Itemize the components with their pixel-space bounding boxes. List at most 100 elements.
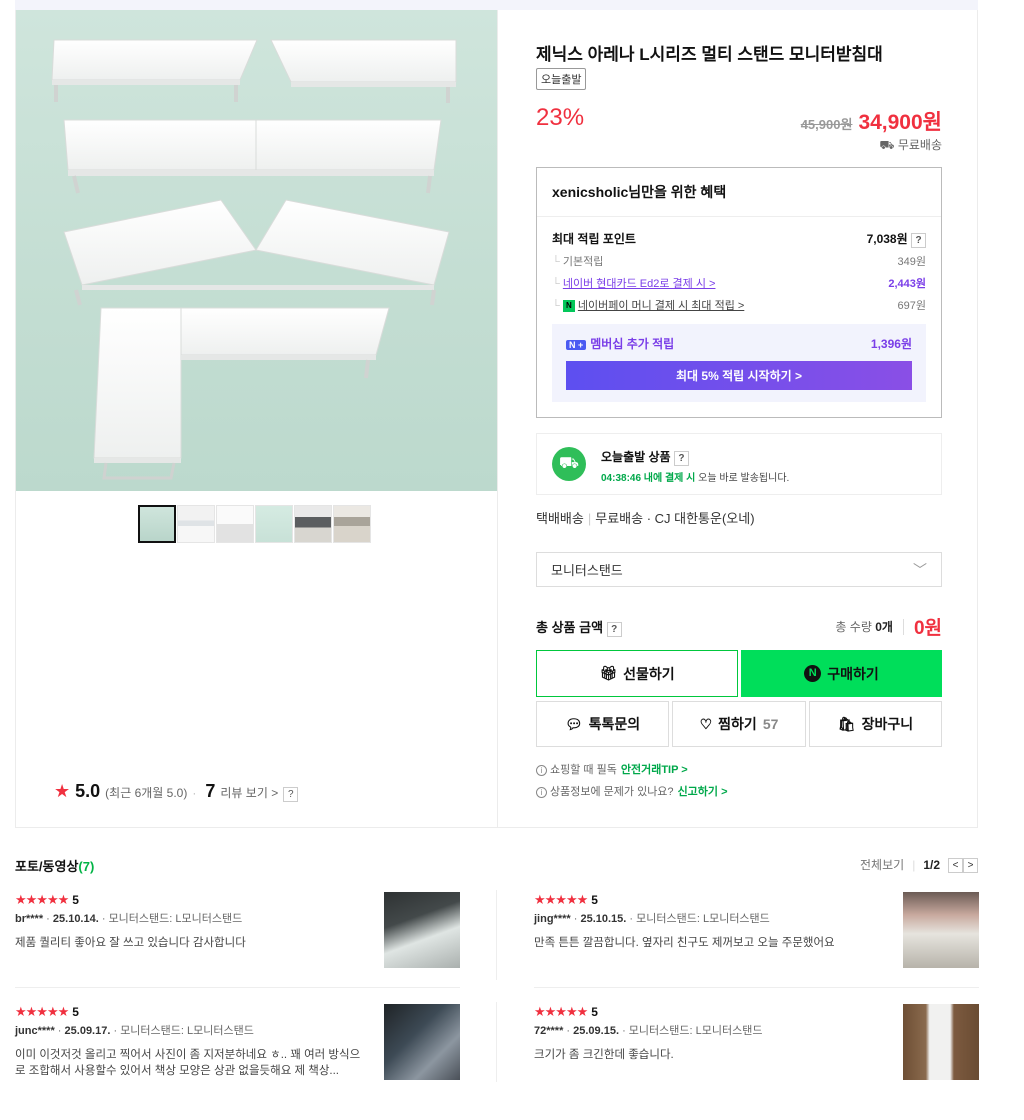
product-card: ★ 5.0 (최근 6개월 5.0) · 7 리뷰 보기 > ? 제닉스 아레나…	[15, 10, 978, 828]
today-ship-help-icon[interactable]: ?	[673, 451, 689, 466]
review-body: 크기가 좀 크긴한데 좋습니다.	[534, 1049, 674, 1061]
price-area: 45,900원 34,900원	[801, 106, 942, 136]
total-divider	[902, 618, 904, 635]
star-rating-icon: ★★★★★	[15, 892, 69, 907]
star-rating-icon: ★★★★★	[15, 1004, 69, 1019]
review-link[interactable]: 리뷰 보기 >	[220, 784, 278, 801]
review-photo[interactable]	[384, 1004, 460, 1080]
today-ship-timer: 04:38:46 내에 결제 시	[601, 473, 696, 484]
review-photo[interactable]	[903, 892, 979, 968]
today-ship-sub: 오늘 바로 발송됩니다.	[698, 473, 790, 484]
today-ship-sub-wrap: 04:38:46 내에 결제 시 오늘 바로 발송됩니다.	[601, 469, 789, 484]
points-help-icon[interactable]: ?	[911, 233, 926, 248]
points-row-npay-label-wrap: └ N 네이버페이 머니 결제 시 최대 적립 >	[552, 297, 744, 313]
review-option: 모니터스탠드: L모니터스탠드	[636, 913, 770, 925]
gift-button[interactable]: 🎁︎ 선물하기	[536, 650, 738, 697]
review-user: junc****	[15, 1025, 55, 1037]
review-date: 25.09.15.	[573, 1025, 620, 1037]
product-main-image[interactable]	[16, 10, 497, 491]
review-photo[interactable]	[384, 892, 460, 968]
review-column-divider	[496, 890, 497, 980]
review-item[interactable]: ★★★★★ 5 jing**** · 25.10.15. · 모니터스탠드: L모…	[534, 892, 979, 968]
points-row-basic: └ 기본적립 349원	[552, 253, 926, 269]
review-body: 만족 튼튼 깔끔합니다. 옆자리 친구도 제꺼보고 오늘 주문했어요	[534, 937, 835, 949]
delivery-info: 택배배송 | 무료배송 · CJ 대한통운(오네)	[536, 511, 755, 526]
card-benefit-link[interactable]: 네이버 현대카드 Ed2로 결제 시 >	[563, 278, 716, 290]
review-score: 5	[72, 1005, 79, 1019]
points-row-basic-value: 349원	[897, 256, 926, 268]
total-qty: 0개	[875, 620, 893, 634]
option-selected: 모니터스탠드	[551, 563, 623, 578]
branch-icon: └	[552, 256, 563, 268]
zzim-count: 57	[762, 716, 779, 732]
cart-button[interactable]: 🛍︎ 장바구니	[809, 701, 942, 747]
benefit-box: xenicsholic님만을 위한 혜택 최대 적립 포인트 7,038원 ? …	[536, 167, 942, 418]
max-points-row: 최대 적립 포인트 7,038원 ?	[552, 230, 926, 248]
option-select[interactable]: 모니터스탠드 ﹀	[536, 552, 942, 587]
talk-inquiry-button[interactable]: 💬︎ 톡톡문의	[536, 701, 669, 747]
total-qty-label: 총 수량	[835, 620, 872, 634]
review-item[interactable]: ★★★★★ 5 72**** · 25.09.15. · 모니터스탠드: L모니터…	[534, 1004, 979, 1080]
points-row-card-value: 2,443원	[888, 278, 926, 290]
delivery-truck-icon: ⛟	[552, 447, 586, 481]
pager-buttons: < >	[948, 857, 978, 873]
next-page-button[interactable]: >	[963, 857, 978, 873]
talk-label: 톡톡문의	[588, 716, 641, 732]
membership-value: 1,396원	[870, 337, 912, 351]
review-photo[interactable]	[903, 1004, 979, 1080]
thumbnail-6[interactable]	[333, 505, 371, 543]
notice-text: 상품정보에 문제가 있나요?	[550, 786, 674, 798]
heart-icon: ♡	[699, 715, 713, 732]
pager-sep: |	[912, 857, 916, 872]
review-item[interactable]: ★★★★★ 5 br**** · 25.10.14. · 모니터스탠드: L모니터…	[15, 892, 460, 968]
chevron-down-icon: ﹀	[913, 561, 927, 578]
prev-page-button[interactable]: <	[948, 857, 963, 873]
thumbnail-2[interactable]	[177, 505, 215, 543]
rating-help-icon[interactable]: ?	[283, 787, 299, 802]
view-all-link[interactable]: 전체보기	[860, 856, 904, 873]
review-date: 25.10.14.	[52, 913, 99, 925]
safe-trade-link[interactable]: 안전거래TIP >	[621, 764, 688, 776]
discount-rate: 23%	[536, 104, 585, 131]
total-help-icon[interactable]: ?	[606, 621, 622, 637]
today-ship-badge: 오늘출발	[536, 68, 587, 90]
review-pager: 전체보기 | 1/2 < >	[860, 856, 978, 873]
thumbnail-5[interactable]	[294, 505, 332, 543]
max-points-label: 최대 적립 포인트	[552, 232, 636, 246]
buy-button[interactable]: N 구매하기	[741, 650, 942, 697]
npay-benefit-link[interactable]: 네이버페이 머니 결제 시 최대 적립 >	[578, 300, 744, 312]
today-ship-title-wrap: 오늘출발 상품 ?	[601, 448, 689, 466]
buy-label: 구매하기	[827, 665, 879, 682]
star-icon: ★	[54, 781, 71, 801]
membership-box: N + 멤버십 추가 적립 1,396원 최대 5% 적립 시작하기 >	[552, 324, 926, 402]
rating-score: 5.0	[75, 781, 101, 801]
report-link[interactable]: 신고하기 >	[678, 786, 728, 798]
page-indicator: 1/2	[923, 857, 940, 872]
review-date: 25.10.15.	[580, 913, 627, 925]
top-banner-strip	[15, 0, 978, 10]
membership-label-wrap: N + 멤버십 추가 적립	[566, 335, 674, 352]
photo-review-label: 포토/동영상	[15, 859, 79, 874]
branch-icon: └	[552, 278, 563, 290]
thumbnail-1[interactable]	[138, 505, 176, 543]
gift-label: 선물하기	[623, 665, 675, 682]
membership-start-button[interactable]: 최대 5% 적립 시작하기 >	[566, 361, 912, 390]
chat-icon: 💬︎	[564, 715, 583, 732]
thumbnail-4[interactable]	[255, 505, 293, 543]
wishlist-button[interactable]: ♡ 찜하기 57	[672, 701, 806, 747]
sale-price: 34,900원	[858, 111, 942, 134]
points-row-npay: └ N 네이버페이 머니 결제 시 최대 적립 > 697원	[552, 297, 926, 313]
points-row-basic-label-wrap: └ 기본적립	[552, 253, 603, 269]
total-price: 0원	[913, 618, 942, 639]
review-column-divider	[496, 1002, 497, 1082]
review-user: br****	[15, 913, 44, 925]
zzim-label: 찜하기	[718, 716, 757, 732]
product-title: 제닉스 아레나 L시리즈 멀티 스탠드 모니터받침대	[536, 45, 883, 64]
truck-icon: ⛟	[879, 138, 895, 152]
thumbnail-strip	[138, 505, 371, 543]
points-row-card: └ 네이버 현대카드 Ed2로 결제 시 > 2,443원	[552, 275, 926, 291]
thumbnail-3[interactable]	[216, 505, 254, 543]
review-count: 7	[205, 781, 216, 801]
review-item[interactable]: ★★★★★ 5 junc**** · 25.09.17. · 모니터스탠드: L모…	[15, 1004, 460, 1080]
delivery-sep: |	[587, 511, 592, 526]
